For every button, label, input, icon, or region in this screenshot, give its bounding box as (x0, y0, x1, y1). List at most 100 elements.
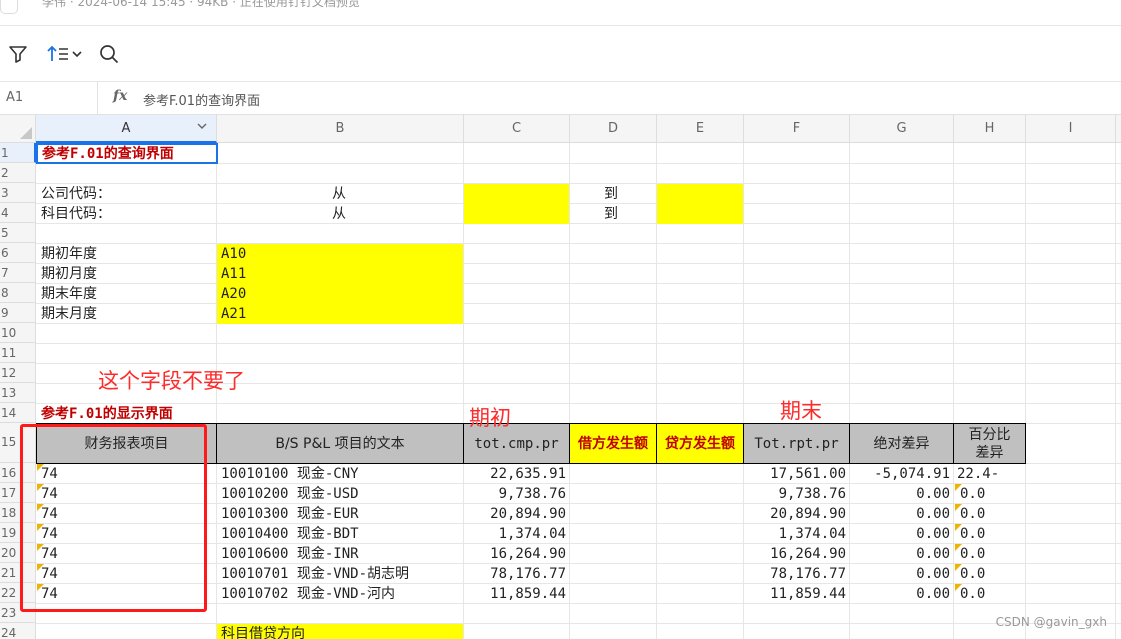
start-cell[interactable]: 20,894.90 (464, 504, 566, 524)
diff-cell[interactable]: 0.00 (850, 584, 950, 604)
row-header[interactable]: 8 (0, 283, 36, 303)
account-direction-cell[interactable]: 科目借贷方向 (217, 624, 463, 639)
annotation-note: 这个字段不要了 (98, 369, 245, 393)
row-header[interactable]: 4 (0, 203, 36, 223)
diff-cell[interactable]: 0.00 (850, 544, 950, 564)
row-header[interactable]: 1 (0, 143, 36, 163)
end-cell[interactable]: 16,264.90 (744, 544, 846, 564)
col-header-e[interactable]: E (657, 115, 744, 143)
row-header[interactable]: 3 (0, 183, 36, 203)
annotation-highlight-box (20, 424, 207, 612)
diff-cell[interactable]: 0.00 (850, 484, 950, 504)
param-value[interactable]: A21 (217, 304, 463, 324)
tab-cap (0, 0, 18, 14)
row-header[interactable]: 11 (0, 343, 36, 363)
param-label: 期末年度 (41, 286, 97, 302)
text-cell[interactable]: 10010200 现金-USD (221, 484, 359, 504)
col-header-c[interactable]: C (464, 115, 570, 143)
col-header-d[interactable]: D (570, 115, 657, 143)
table-header: 贷方发生额 (656, 423, 744, 464)
col-header-next[interactable] (1116, 115, 1121, 143)
account-code-label: 科目代码： (41, 206, 111, 222)
text-cell[interactable]: 10010300 现金-EUR (221, 504, 359, 524)
end-cell[interactable]: 11,859.44 (744, 584, 846, 604)
cell-a1-query-title[interactable]: 参考F.01的查询界面 (36, 143, 218, 164)
row-header[interactable]: 7 (0, 263, 36, 283)
spreadsheet-viewer: 李伟 · 2024-06-14 15:45 · 94KB · 正在使用钉钉文档预… (0, 0, 1121, 639)
pct-cell[interactable]: 0.0 (960, 544, 985, 564)
row-header[interactable]: 5 (0, 223, 36, 243)
start-cell[interactable]: 11,859.44 (464, 584, 566, 604)
col-header-a[interactable]: A (36, 115, 217, 143)
annotation-end: 期末 (780, 399, 822, 423)
text-cell[interactable]: 10010400 现金-BDT (221, 524, 359, 544)
select-all-corner[interactable] (0, 115, 36, 143)
end-cell[interactable]: 20,894.90 (744, 504, 846, 524)
pct-cell[interactable]: 0.0 (960, 564, 985, 584)
chevron-down-icon[interactable] (196, 120, 208, 136)
row-header[interactable]: 13 (0, 383, 36, 403)
account-code-to-input[interactable] (657, 204, 743, 224)
end-cell[interactable]: 17,561.00 (744, 464, 846, 484)
watermark: CSDN @gavin_gxh (995, 615, 1107, 629)
row-header[interactable]: 2 (0, 163, 36, 183)
start-cell[interactable]: 16,264.90 (464, 544, 566, 564)
row-header[interactable]: 14 (0, 403, 36, 423)
company-code-label: 公司代码： (41, 186, 111, 202)
col-header-h[interactable]: H (954, 115, 1026, 143)
table-header: 借方发生额 (569, 423, 657, 464)
text-cell[interactable]: 10010702 现金-VND-河内 (221, 584, 395, 604)
col-header-g[interactable]: G (850, 115, 954, 143)
toolbar (0, 26, 1121, 82)
table-header: 百分比差异 (953, 423, 1026, 464)
start-cell[interactable]: 78,176.77 (464, 564, 566, 584)
param-label: 期初月度 (41, 266, 97, 282)
row-header[interactable]: 6 (0, 243, 36, 263)
file-info: 李伟 · 2024-06-14 15:45 · 94KB · 正在使用钉钉文档预… (42, 0, 360, 9)
formula-content[interactable]: 参考F.01的查询界面 (143, 90, 260, 109)
pct-cell[interactable]: 0.0 (960, 524, 985, 544)
row-header[interactable]: 12 (0, 363, 36, 383)
name-box[interactable]: A1 (0, 82, 98, 115)
company-code-from-input[interactable] (464, 184, 569, 204)
from-label: 从 (332, 186, 346, 202)
display-section-title: 参考F.01的显示界面 (41, 406, 173, 422)
param-value[interactable]: A11 (217, 264, 463, 284)
diff-cell[interactable]: 0.00 (850, 504, 950, 524)
text-cell[interactable]: 10010600 现金-INR (221, 544, 359, 564)
text-cell[interactable]: 10010100 现金-CNY (221, 464, 359, 484)
col-header-i[interactable]: I (1026, 115, 1116, 143)
row-header[interactable]: 24 (0, 623, 36, 639)
sort-icon[interactable] (46, 40, 86, 68)
row-header[interactable]: 10 (0, 323, 36, 343)
col-header-b[interactable]: B (217, 115, 464, 143)
diff-cell[interactable]: 0.00 (850, 524, 950, 544)
filter-icon[interactable] (4, 40, 32, 68)
param-value[interactable]: A20 (217, 284, 463, 304)
pct-cell[interactable]: 22.4- (957, 464, 999, 484)
account-code-from-input[interactable] (464, 204, 569, 224)
col-header-f[interactable]: F (744, 115, 850, 143)
start-cell[interactable]: 22,635.91 (464, 464, 566, 484)
start-cell[interactable]: 1,374.04 (464, 524, 566, 544)
param-label: 期末月度 (41, 306, 97, 322)
search-icon[interactable] (95, 40, 123, 68)
end-cell[interactable]: 1,374.04 (744, 524, 846, 544)
start-cell[interactable]: 9,738.76 (464, 484, 566, 504)
end-cell[interactable]: 9,738.76 (744, 484, 846, 504)
row-header[interactable]: 9 (0, 303, 36, 323)
file-info-bar: 李伟 · 2024-06-14 15:45 · 94KB · 正在使用钉钉文档预… (0, 0, 1121, 26)
param-value[interactable]: A10 (217, 244, 463, 264)
pct-cell[interactable]: 0.0 (960, 584, 985, 604)
text-cell[interactable]: 10010701 现金-VND-胡志明 (221, 564, 409, 584)
to-label: 到 (604, 186, 618, 202)
col-a-label: A (121, 120, 131, 136)
table-header: 绝对差异 (849, 423, 954, 464)
table-header: Tot.rpt.pr (743, 423, 850, 464)
pct-cell[interactable]: 0.0 (960, 484, 985, 504)
end-cell[interactable]: 78,176.77 (744, 564, 846, 584)
diff-cell[interactable]: -5,074.91 (850, 464, 950, 484)
diff-cell[interactable]: 0.00 (850, 564, 950, 584)
pct-cell[interactable]: 0.0 (960, 504, 985, 524)
company-code-to-input[interactable] (657, 184, 743, 204)
